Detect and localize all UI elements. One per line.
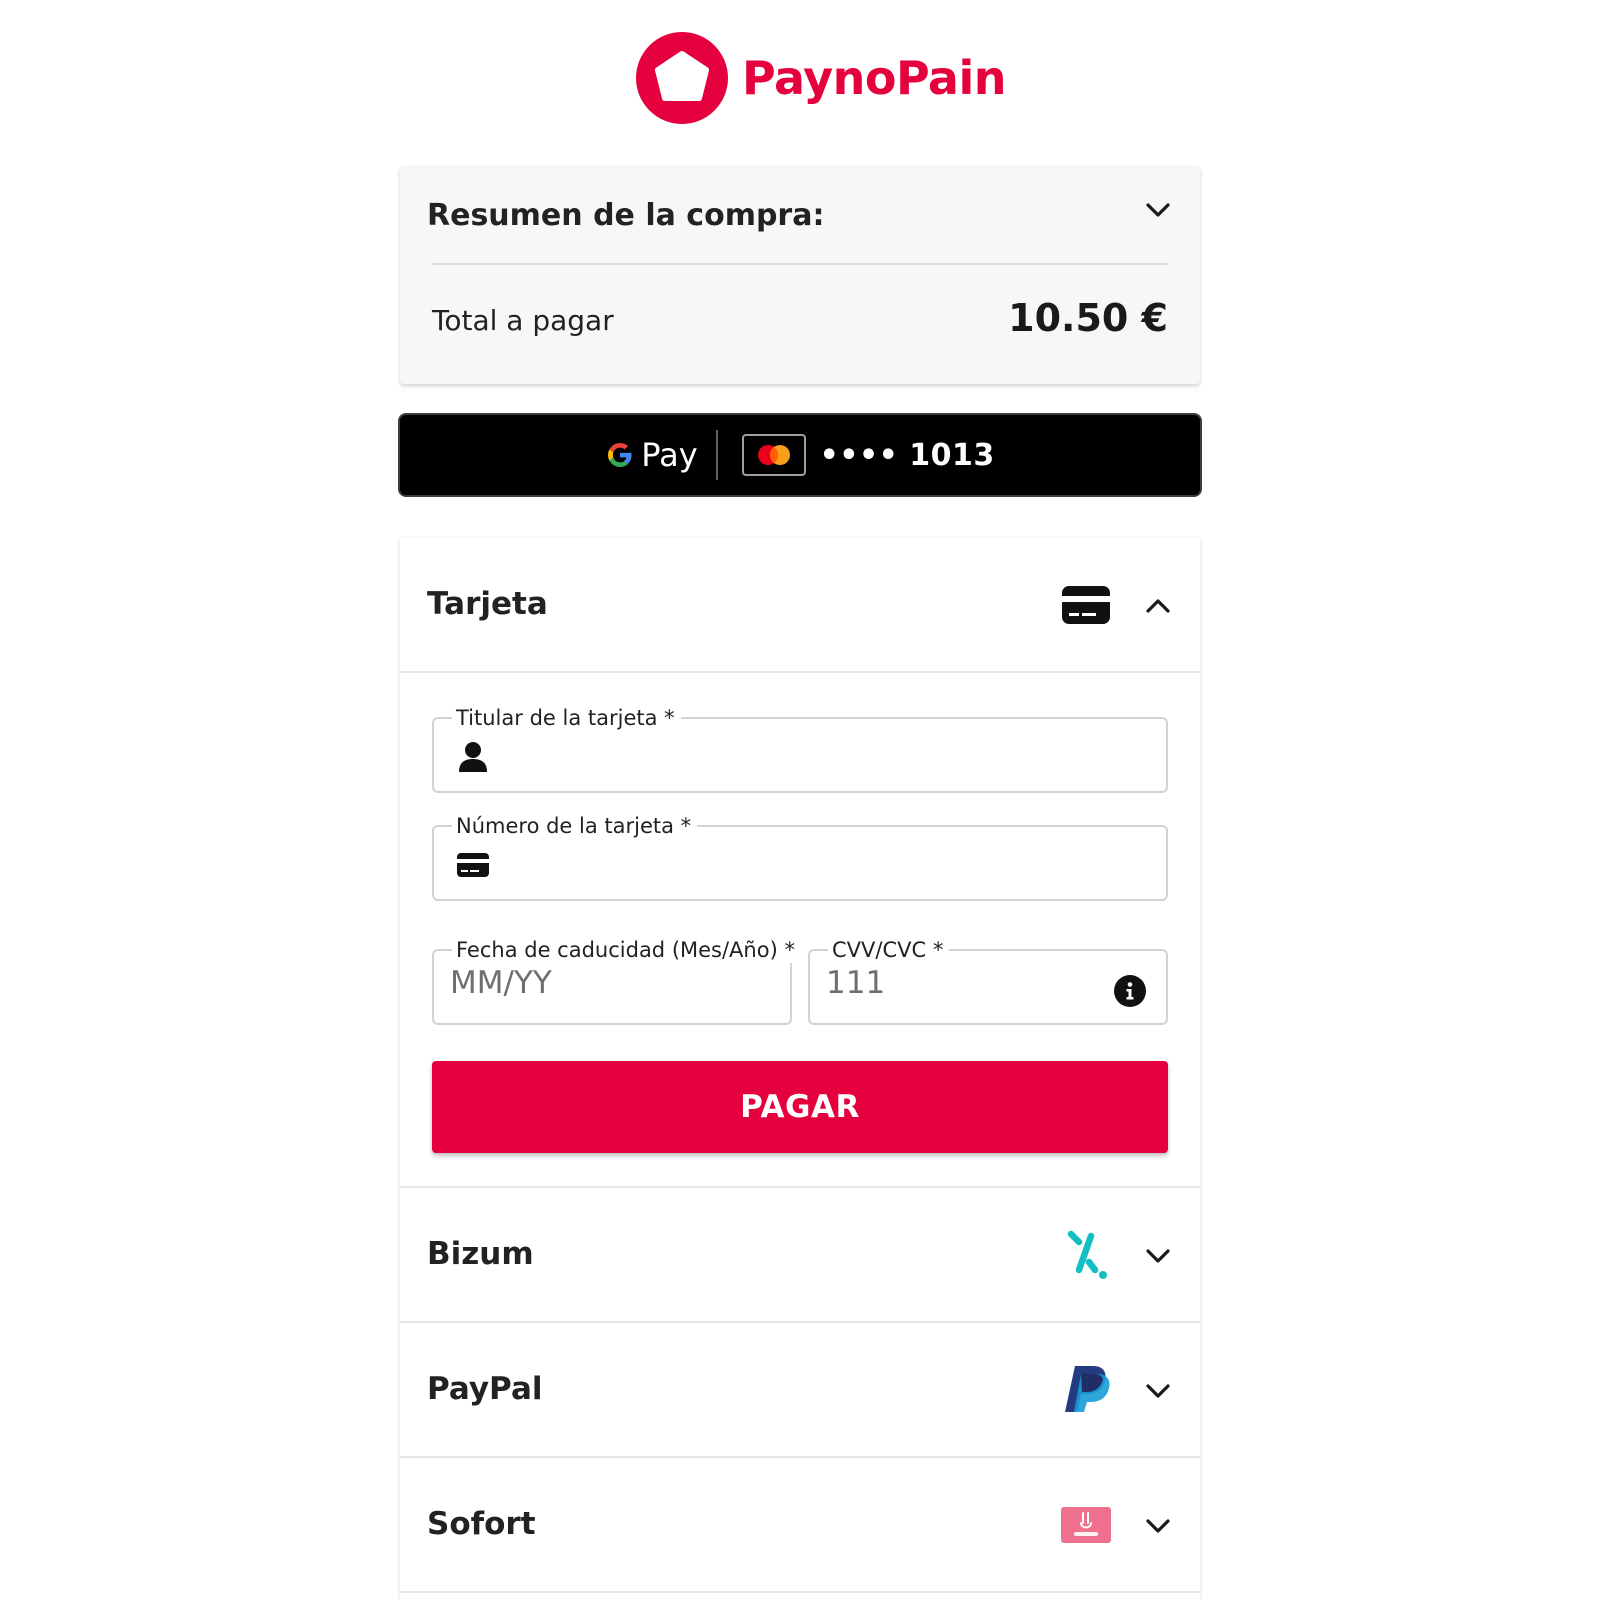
method-bizum-header[interactable]: Bizum <box>400 1188 1200 1323</box>
bizum-icon <box>1061 1230 1111 1280</box>
summary-divider <box>432 263 1168 265</box>
mastercard-icon <box>757 445 790 465</box>
sofort-icon <box>1061 1500 1111 1550</box>
info-icon[interactable] <box>1114 975 1146 1007</box>
total-label: Total a pagar <box>432 304 614 337</box>
method-tarjeta-header[interactable]: Tarjeta <box>400 538 1200 673</box>
card-brand-badge <box>741 434 806 476</box>
google-pay-button[interactable]: Pay •••• 1013 <box>398 413 1202 497</box>
google-pay-label: Pay <box>641 436 698 474</box>
google-g-icon <box>608 443 632 467</box>
method-title: PayPal <box>427 1371 543 1407</box>
credit-card-icon <box>457 853 489 877</box>
cardholder-label: Titular de la tarjeta * <box>452 705 681 731</box>
credit-card-icon <box>1061 580 1111 630</box>
card-number-label: Número de la tarjeta * <box>452 813 698 839</box>
method-sofort-header[interactable]: Sofort <box>400 1458 1200 1593</box>
checkout-page: PaynoPain Resumen de la compra: Total a … <box>0 0 1600 1600</box>
chevron-up-icon[interactable] <box>1144 592 1172 620</box>
pentagon-logo-icon <box>636 32 728 124</box>
method-paypal-header[interactable]: PayPal <box>400 1323 1200 1458</box>
pay-button[interactable]: PAGAR <box>432 1061 1168 1153</box>
brand-name: PaynoPain <box>742 51 1006 105</box>
masked-card-number: •••• 1013 <box>819 437 995 473</box>
card-form: Titular de la tarjeta * Número de la tar… <box>400 673 1200 1188</box>
chevron-down-icon[interactable] <box>1144 1512 1172 1540</box>
purchase-summary[interactable]: Resumen de la compra: Total a pagar 10.5… <box>400 166 1200 384</box>
method-title: Tarjeta <box>427 586 548 622</box>
google-pay-logo: Pay <box>605 436 698 474</box>
cvv-input[interactable] <box>826 965 1086 1001</box>
chevron-down-icon[interactable] <box>1144 1377 1172 1405</box>
cvv-label: CVV/CVC * <box>828 937 950 963</box>
user-icon <box>459 742 487 772</box>
expiry-field[interactable]: Fecha de caducidad (Mes/Año) * <box>432 937 801 1025</box>
google-pay-separator <box>715 430 718 480</box>
card-number-field[interactable]: Número de la tarjeta * <box>432 813 1168 901</box>
expiry-input[interactable] <box>450 965 750 1001</box>
chevron-down-icon[interactable] <box>1144 1242 1172 1270</box>
cvv-field[interactable]: CVV/CVC * <box>808 937 1168 1025</box>
method-title: Bizum <box>427 1236 534 1272</box>
summary-title: Resumen de la compra: <box>427 198 825 233</box>
paypal-icon <box>1061 1363 1111 1413</box>
total-amount: 10.50 € <box>1008 296 1168 340</box>
method-title: Sofort <box>427 1506 536 1542</box>
payment-methods: Tarjeta Titular de la tarjeta * Número d… <box>400 538 1200 1600</box>
cardholder-field[interactable]: Titular de la tarjeta * <box>432 705 1168 793</box>
expiry-label: Fecha de caducidad (Mes/Año) * <box>452 937 801 963</box>
chevron-down-icon[interactable] <box>1144 196 1172 224</box>
brand-logo: PaynoPain <box>636 32 1006 124</box>
